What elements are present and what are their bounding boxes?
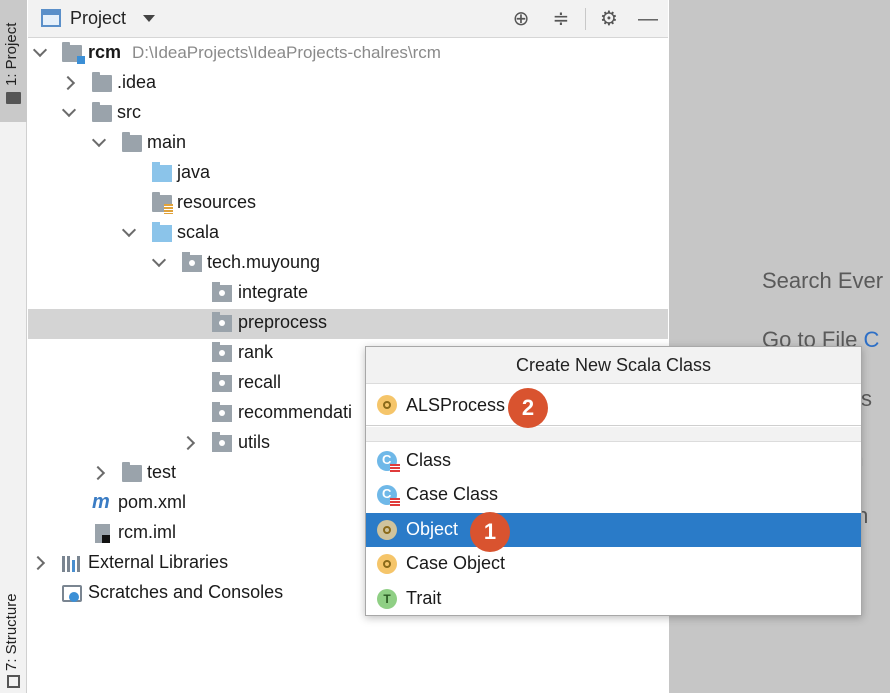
package-icon	[212, 432, 232, 452]
tool-window-strip: 1: Project 7: Structure	[0, 0, 27, 693]
tree-item-scala[interactable]: scala	[28, 219, 668, 249]
tree-item-label: Scratches and Consoles	[88, 582, 284, 602]
project-window-icon	[41, 9, 61, 27]
chevron-right-icon[interactable]	[30, 555, 46, 571]
project-tool-tab-label: 1: Project	[3, 22, 20, 86]
tree-item-resources[interactable]: resources	[28, 189, 668, 219]
tree-item-label: resources	[177, 192, 257, 212]
divider	[585, 8, 586, 30]
panel-title[interactable]: Project	[70, 8, 126, 29]
tree-item-package[interactable]: tech.muyoung	[28, 249, 668, 279]
kind-option-label: Case Class	[406, 484, 499, 504]
structure-icon	[7, 675, 20, 688]
tree-item-idea[interactable]: .idea	[28, 69, 668, 99]
tree-item-label: scala	[177, 222, 220, 242]
kind-option-trait[interactable]: T Trait	[366, 582, 861, 616]
kind-option-label: Class	[406, 450, 452, 470]
class-icon	[377, 451, 400, 473]
tree-item-path: D:\IdeaProjects\IdeaProjects-chalres\rcm	[132, 43, 441, 62]
kind-option-label: Case Object	[406, 553, 506, 573]
trait-icon: T	[377, 589, 397, 609]
tree-item-label: preprocess	[238, 312, 328, 332]
chevron-down-icon[interactable]	[151, 252, 167, 268]
chevron-down-icon[interactable]	[121, 222, 137, 238]
package-icon	[212, 312, 232, 332]
kind-option-class[interactable]: Class	[366, 444, 861, 478]
tree-item-label: java	[177, 162, 211, 182]
object-icon	[377, 520, 397, 540]
project-tool-tab[interactable]: 1: Project	[0, 0, 27, 122]
tree-item-main[interactable]: main	[28, 129, 668, 159]
tree-item-label: integrate	[238, 282, 309, 302]
scratches-icon	[62, 585, 82, 602]
chevron-right-icon[interactable]	[90, 465, 106, 481]
tree-item-label: main	[147, 132, 187, 152]
structure-tool-tab[interactable]: 7: Structure	[0, 575, 27, 693]
kind-option-label: Object	[406, 519, 459, 539]
chevron-down-icon[interactable]	[61, 102, 77, 118]
kind-option-object[interactable]: Object	[366, 513, 861, 547]
package-icon	[212, 402, 232, 422]
package-icon	[182, 252, 202, 272]
folder-icon	[6, 92, 21, 104]
maven-icon: m	[92, 491, 110, 513]
tree-item-label: test	[147, 462, 177, 482]
package-icon	[212, 342, 232, 362]
tree-item-label: recall	[238, 372, 282, 392]
tree-item-label: External Libraries	[88, 552, 229, 572]
resources-folder-icon	[152, 192, 173, 214]
library-icon	[62, 555, 82, 572]
case-class-icon	[377, 485, 400, 507]
package-icon	[212, 282, 232, 302]
module-folder-icon	[62, 42, 85, 64]
folder-icon	[122, 462, 142, 482]
tree-item-label: tech.muyoung	[207, 252, 321, 272]
tree-item-label: rcm.iml	[118, 522, 176, 542]
tree-item-label: rcm	[88, 42, 122, 62]
tree-item-label: src	[117, 102, 141, 122]
tree-item-java[interactable]: java	[28, 159, 668, 189]
folder-icon	[92, 102, 112, 122]
tree-item-src[interactable]: src	[28, 99, 668, 129]
gear-icon[interactable]: ⚙	[596, 6, 622, 32]
create-scala-class-dialog: Create New Scala Class Class Case Class …	[365, 346, 862, 616]
kind-option-label: Trait	[406, 588, 442, 608]
locate-icon[interactable]: ⊕	[508, 6, 534, 32]
dialog-title: Create New Scala Class	[366, 347, 861, 384]
source-folder-icon	[152, 222, 172, 242]
folder-icon	[92, 72, 112, 92]
chevron-right-icon[interactable]	[180, 435, 196, 451]
step-badge-1: 1	[470, 512, 510, 552]
iml-file-icon	[95, 524, 110, 543]
hint-search-everywhere: Search Ever	[762, 268, 884, 293]
hint-goto-file-shortcut: C	[863, 327, 880, 352]
folder-icon	[122, 132, 142, 152]
tree-item-label: recommendati	[238, 402, 353, 422]
tree-item-label: rank	[238, 342, 274, 362]
tree-item-integrate[interactable]: integrate	[28, 279, 668, 309]
chevron-down-icon[interactable]	[32, 42, 48, 58]
chevron-right-icon[interactable]	[60, 75, 76, 91]
chevron-down-icon[interactable]	[143, 15, 155, 22]
minimize-icon[interactable]: —	[635, 6, 661, 32]
structure-tool-tab-label: 7: Structure	[3, 593, 20, 671]
tree-item-preprocess[interactable]: preprocess	[28, 309, 668, 339]
kind-option-case-object[interactable]: Case Object	[366, 547, 861, 581]
class-name-field[interactable]	[366, 385, 861, 426]
kind-option-case-class[interactable]: Case Class	[366, 478, 861, 512]
tree-item-label: .idea	[117, 72, 157, 92]
object-icon	[377, 395, 397, 415]
case-object-icon	[377, 554, 397, 574]
source-folder-icon	[152, 162, 172, 182]
tree-item-label: utils	[238, 432, 271, 452]
step-badge-2: 2	[508, 388, 548, 428]
package-icon	[212, 372, 232, 392]
tree-item-rcm[interactable]: rcm D:\IdeaProjects\IdeaProjects-chalres…	[28, 39, 668, 69]
tree-item-label: pom.xml	[118, 492, 187, 512]
divider	[366, 427, 861, 442]
class-name-input[interactable]	[406, 392, 846, 418]
chevron-down-icon[interactable]	[91, 132, 107, 148]
collapse-icon[interactable]: ≑	[548, 6, 574, 32]
project-panel-header: Project ⊕ ≑ ⚙ —	[28, 0, 668, 38]
